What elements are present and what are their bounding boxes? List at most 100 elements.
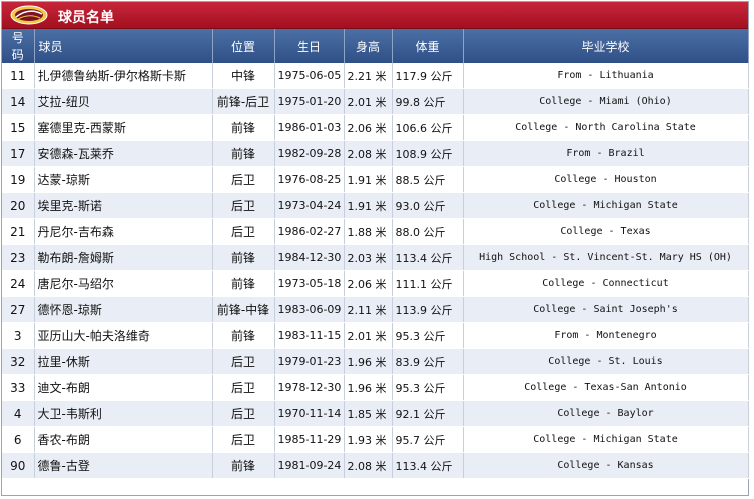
- player-number: 15: [2, 114, 35, 141]
- player-school: From - Lithuania: [463, 63, 749, 89]
- player-weight: 106.6 公斤: [392, 114, 464, 141]
- table-row: 14 艾拉-纽贝 前锋-后卫 1975-01-20 2.01 米 99.8 公斤 Colle…: [2, 88, 749, 115]
- table-header-row: 号码 球员 位置 生日 身高 体重 毕业学校: [2, 29, 749, 63]
- player-position: 前锋: [212, 452, 275, 479]
- player-weight: 83.9 公斤: [392, 348, 464, 375]
- roster-table: 号码 球员 位置 生日 身高 体重 毕业学校 11 扎伊德鲁纳斯-伊尔格斯卡斯 中锋…: [2, 29, 749, 479]
- player-position: 前锋: [212, 244, 275, 271]
- player-weight: 95.7 公斤: [392, 426, 464, 453]
- player-weight: 113.9 公斤: [392, 296, 464, 323]
- player-number: 24: [2, 270, 35, 297]
- player-birthday: 1976-08-25: [274, 166, 345, 193]
- player-name: 扎伊德鲁纳斯-伊尔格斯卡斯: [34, 63, 213, 89]
- player-height: 2.08 米: [344, 140, 393, 167]
- player-birthday: 1983-06-09: [274, 296, 345, 323]
- player-birthday: 1970-11-14: [274, 400, 345, 427]
- table-row: 21 丹尼尔-吉布森 后卫 1986-02-27 1.88 米 88.0 公斤 Colleg…: [2, 218, 749, 245]
- table-row: 24 唐尼尔-马绍尔 前锋 1973-05-18 2.06 米 111.1 公斤 Colle…: [2, 270, 749, 297]
- player-number: 32: [2, 348, 35, 375]
- player-number: 6: [2, 426, 35, 453]
- column-header-position: 位置: [212, 29, 275, 63]
- player-number: 27: [2, 296, 35, 323]
- player-birthday: 1982-09-28: [274, 140, 345, 167]
- player-school: College - Kansas: [463, 452, 749, 479]
- player-position: 后卫: [212, 426, 275, 453]
- player-weight: 95.3 公斤: [392, 322, 464, 349]
- player-name: 亚历山大-帕夫洛维奇: [34, 322, 213, 349]
- player-birthday: 1975-01-20: [274, 88, 345, 115]
- player-name: 埃里克-斯诺: [34, 192, 213, 219]
- player-height: 2.03 米: [344, 244, 393, 271]
- player-school: College - North Carolina State: [463, 114, 749, 141]
- player-name: 大卫-韦斯利: [34, 400, 213, 427]
- column-header-number: 号码: [2, 29, 35, 63]
- player-name: 丹尼尔-吉布森: [34, 218, 213, 245]
- player-position: 前锋: [212, 322, 275, 349]
- player-school: College - Michigan State: [463, 192, 749, 219]
- player-number: 19: [2, 166, 35, 193]
- player-position: 前锋: [212, 270, 275, 297]
- player-school: From - Montenegro: [463, 322, 749, 349]
- player-height: 2.08 米: [344, 452, 393, 479]
- player-height: 2.06 米: [344, 270, 393, 297]
- table-row: 6 香农-布朗 后卫 1985-11-29 1.93 米 95.7 公斤 College -…: [2, 426, 749, 453]
- player-school: College - Texas: [463, 218, 749, 245]
- player-height: 1.91 米: [344, 166, 393, 193]
- player-school: College - Saint Joseph's: [463, 296, 749, 323]
- player-weight: 88.0 公斤: [392, 218, 464, 245]
- player-height: 2.11 米: [344, 296, 393, 323]
- table-row: 3 亚历山大-帕夫洛维奇 前锋 1983-11-15 2.01 米 95.3 公斤 From…: [2, 322, 749, 349]
- table-row: 15 塞德里克-西蒙斯 前锋 1986-01-03 2.06 米 106.6 公斤 Coll…: [2, 114, 749, 141]
- player-number: 90: [2, 452, 35, 479]
- player-position: 后卫: [212, 218, 275, 245]
- table-row: 17 安德森-瓦莱乔 前锋 1982-09-28 2.08 米 108.9 公斤 From …: [2, 140, 749, 167]
- player-position: 前锋: [212, 114, 275, 141]
- player-weight: 92.1 公斤: [392, 400, 464, 427]
- player-name: 拉里-休斯: [34, 348, 213, 375]
- player-school: College - Connecticut: [463, 270, 749, 297]
- player-birthday: 1985-11-29: [274, 426, 345, 453]
- column-header-weight: 体重: [392, 29, 464, 63]
- player-name: 迪文-布朗: [34, 374, 213, 401]
- player-school: College - Houston: [463, 166, 749, 193]
- player-height: 1.88 米: [344, 218, 393, 245]
- player-birthday: 1984-12-30: [274, 244, 345, 271]
- player-height: 1.93 米: [344, 426, 393, 453]
- table-row: 19 达蒙-琼斯 后卫 1976-08-25 1.91 米 88.5 公斤 College …: [2, 166, 749, 193]
- player-height: 2.21 米: [344, 63, 393, 89]
- player-birthday: 1978-12-30: [274, 374, 345, 401]
- player-number: 4: [2, 400, 35, 427]
- roster-body: 11 扎伊德鲁纳斯-伊尔格斯卡斯 中锋 1975-06-05 2.21 米 117.9 公…: [2, 63, 749, 479]
- player-weight: 113.4 公斤: [392, 452, 464, 479]
- player-number: 20: [2, 192, 35, 219]
- player-birthday: 1981-09-24: [274, 452, 345, 479]
- table-row: 23 勒布朗-詹姆斯 前锋 1984-12-30 2.03 米 113.4 公斤 High …: [2, 244, 749, 271]
- player-weight: 113.4 公斤: [392, 244, 464, 271]
- player-weight: 93.0 公斤: [392, 192, 464, 219]
- table-row: 20 埃里克-斯诺 后卫 1973-04-24 1.91 米 93.0 公斤 College…: [2, 192, 749, 219]
- player-school: College - Texas-San Antonio: [463, 374, 749, 401]
- player-name: 勒布朗-詹姆斯: [34, 244, 213, 271]
- player-name: 达蒙-琼斯: [34, 166, 213, 193]
- title-bar: 球员名单: [2, 2, 748, 29]
- table-row: 32 拉里-休斯 后卫 1979-01-23 1.96 米 83.9 公斤 College …: [2, 348, 749, 375]
- roster-panel: 球员名单 号码 球员 位置 生日 身高 体重 毕业学校 11 扎伊德鲁纳斯-伊尔格…: [1, 1, 749, 496]
- table-row: 11 扎伊德鲁纳斯-伊尔格斯卡斯 中锋 1975-06-05 2.21 米 117.9 公…: [2, 63, 749, 89]
- player-school: From - Brazil: [463, 140, 749, 167]
- player-weight: 95.3 公斤: [392, 374, 464, 401]
- player-birthday: 1986-02-27: [274, 218, 345, 245]
- player-birthday: 1983-11-15: [274, 322, 345, 349]
- player-position: 中锋: [212, 63, 275, 89]
- player-name: 艾拉-纽贝: [34, 88, 213, 115]
- player-name: 唐尼尔-马绍尔: [34, 270, 213, 297]
- player-height: 1.85 米: [344, 400, 393, 427]
- player-position: 后卫: [212, 192, 275, 219]
- player-number: 21: [2, 218, 35, 245]
- player-number: 14: [2, 88, 35, 115]
- column-header-birthday: 生日: [274, 29, 345, 63]
- player-birthday: 1979-01-23: [274, 348, 345, 375]
- table-row: 27 德怀恩-琼斯 前锋-中锋 1983-06-09 2.11 米 113.9 公斤 Col…: [2, 296, 749, 323]
- player-position: 后卫: [212, 374, 275, 401]
- column-header-player: 球员: [34, 29, 213, 63]
- column-header-school: 毕业学校: [463, 29, 749, 63]
